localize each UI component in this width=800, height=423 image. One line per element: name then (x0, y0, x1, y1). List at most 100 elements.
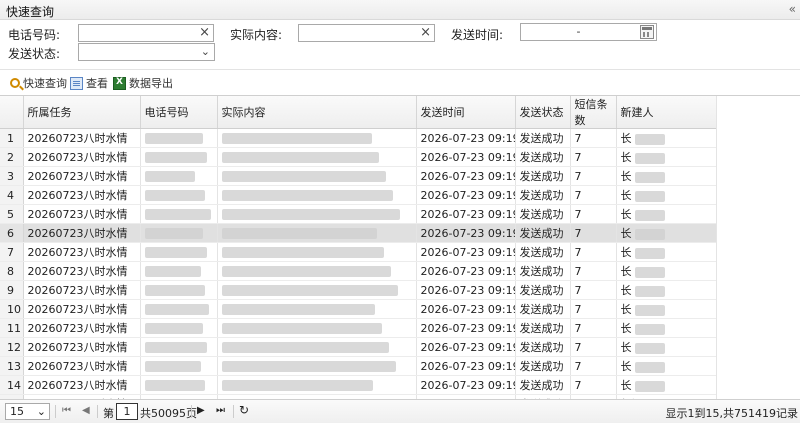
quick-search-button[interactable]: 快速查询 (10, 75, 67, 91)
send-status-cell: 发送成功 (515, 147, 571, 167)
redacted-content (221, 133, 372, 144)
creator-cell: 长 (616, 242, 717, 262)
send-status-select[interactable]: ⌄ (78, 43, 215, 61)
phone-cell (140, 147, 218, 167)
column-header-creator[interactable]: 新建人 (616, 96, 717, 129)
table-row[interactable]: 1020260723八时水情 2026-07-23 09:19:01发送成功7长 (0, 299, 717, 319)
table-row[interactable]: 1120260723八时水情 2026-07-23 09:19:01发送成功7长 (0, 318, 717, 338)
creator-name: 长 (620, 189, 632, 202)
send-status-cell: 发送成功 (515, 223, 571, 243)
page-size-select[interactable]: 15 ⌄ (5, 403, 50, 420)
send-status-cell: 发送成功 (515, 356, 571, 376)
table-row[interactable]: 1420260723八时水情 2026-07-23 09:19:01发送成功7长 (0, 375, 717, 395)
send-status-cell: 发送成功 (515, 337, 571, 357)
task-cell: 20260723八时水情 (23, 242, 141, 262)
redacted-creator (634, 209, 665, 221)
sms-count-cell: 7 (570, 242, 617, 262)
send-time-cell: 2026-07-23 09:19:01 (416, 337, 516, 357)
creator-cell: 长 (616, 261, 717, 281)
phone-cell (140, 299, 218, 319)
sms-count-cell: 7 (570, 204, 617, 224)
creator-cell: 长 (616, 356, 717, 376)
column-header-phone[interactable]: 电话号码 (140, 96, 218, 129)
creator-name: 长 (620, 132, 632, 145)
phone-cell (140, 261, 218, 281)
send-time-range-input[interactable]: - (520, 23, 657, 41)
creator-name: 长 (620, 341, 632, 354)
content-cell (217, 318, 417, 338)
table-row[interactable]: 820260723八时水情 2026-07-23 09:19:01发送成功7长 (0, 261, 717, 281)
collapse-icon[interactable]: « (789, 2, 796, 16)
row-number: 7 (0, 242, 24, 262)
creator-cell: 长 (616, 337, 717, 357)
row-number: 9 (0, 280, 24, 300)
table-row[interactable]: 920260723八时水情 2026-07-23 09:19:01发送成功7长 (0, 280, 717, 300)
excel-icon (113, 76, 126, 90)
table-row[interactable]: 1320260723八时水情 2026-07-23 09:19:01发送成功7长 (0, 356, 717, 376)
content-cell (217, 337, 417, 357)
table-row[interactable]: 620260723八时水情 2026-07-23 09:19:01发送成功7长 (0, 223, 717, 243)
sms-count-cell: 7 (570, 318, 617, 338)
page-number-input[interactable]: 1 (116, 403, 138, 420)
creator-name: 长 (620, 379, 632, 392)
send-status-cell: 发送成功 (515, 261, 571, 281)
sms-count-cell: 7 (570, 356, 617, 376)
redacted-phone (144, 323, 203, 334)
phone-cell (140, 204, 218, 224)
row-number-header (0, 96, 24, 129)
content-cell (217, 128, 417, 148)
first-page-icon[interactable]: ⏮ (62, 405, 71, 416)
row-number: 12 (0, 337, 24, 357)
table-row[interactable]: 320260723八时水情 2026-07-23 09:19:01发送成功7长 (0, 166, 717, 186)
task-cell: 20260723八时水情 (23, 299, 141, 319)
column-header-send-status[interactable]: 发送状态 (515, 96, 571, 129)
next-page-icon[interactable]: ▶ (197, 405, 205, 416)
refresh-icon[interactable]: ↻ (239, 403, 249, 417)
row-number: 8 (0, 261, 24, 281)
redacted-content (221, 361, 396, 372)
chevron-down-icon[interactable]: ⌄ (201, 44, 210, 60)
prev-page-icon[interactable]: ◀ (82, 405, 90, 416)
content-input[interactable]: × (298, 24, 435, 42)
redacted-creator (634, 266, 665, 278)
table-row[interactable]: 720260723八时水情2026-07-23 09:19:01发送成功7长 (0, 242, 717, 262)
task-cell: 20260723八时水情 (23, 223, 141, 243)
column-header-content[interactable]: 实际内容 (217, 96, 417, 129)
column-header-send-time[interactable]: 发送时间 (416, 96, 516, 129)
sms-count-cell: 7 (570, 166, 617, 186)
table-row[interactable]: 120260723八时水情 2026-07-23 09:19:01发送成功7长 (0, 128, 717, 148)
send-time-cell: 2026-07-23 09:19:01 (416, 128, 516, 148)
creator-name: 长 (620, 246, 632, 259)
export-button[interactable]: 数据导出 (113, 75, 173, 91)
last-page-icon[interactable]: ⏭ (216, 405, 225, 416)
redacted-creator (634, 285, 665, 297)
creator-cell: 长 (616, 318, 717, 338)
table-row[interactable]: 420260723八时水情 2026-07-23 09:19:01发送成功7长 (0, 185, 717, 205)
redacted-creator (634, 190, 665, 202)
view-label: 查看 (86, 77, 108, 90)
content-label: 实际内容: (230, 28, 283, 42)
table-row[interactable]: 220260723八时水情 2026-07-23 09:19:01发送成功7长 (0, 147, 717, 167)
redacted-phone (144, 342, 207, 353)
calendar-icon[interactable] (640, 25, 654, 39)
phone-cell (140, 223, 218, 243)
redacted-creator (634, 171, 665, 183)
table-row[interactable]: 520260723八时水情 2026-07-23 09:19:01发送成功7长 (0, 204, 717, 224)
send-time-cell: 2026-07-23 09:19:01 (416, 375, 516, 395)
column-header-sms-count[interactable]: 短信条数 (570, 96, 617, 129)
task-cell: 20260723八时水情 (23, 356, 141, 376)
clear-icon[interactable]: × (199, 25, 210, 41)
clear-icon[interactable]: × (420, 25, 431, 41)
view-button[interactable]: 查看 (70, 75, 108, 91)
redacted-content (221, 342, 389, 353)
creator-name: 长 (620, 170, 632, 183)
creator-cell: 长 (616, 185, 717, 205)
phone-input[interactable]: × (78, 24, 214, 42)
content-cell (217, 356, 417, 376)
toolbar: 快速查询 查看 数据导出 (0, 69, 800, 95)
redacted-creator (634, 133, 665, 145)
column-header-task[interactable]: 所属任务 (23, 96, 141, 129)
redacted-content (221, 380, 373, 391)
grid-empty-area (716, 96, 800, 399)
table-row[interactable]: 1220260723八时水情 2026-07-23 09:19:01发送成功7长 (0, 337, 717, 357)
